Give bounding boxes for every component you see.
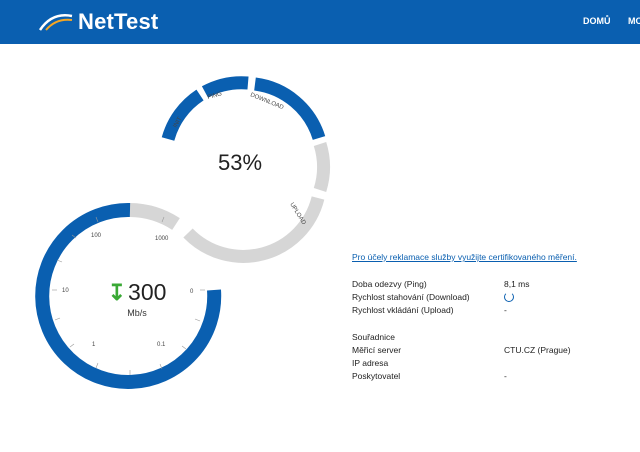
top-navbar: NetTest DOMŮ MO xyxy=(0,0,640,44)
nettest-logo[interactable]: NetTest xyxy=(38,8,158,36)
scale-label-10: 10 xyxy=(62,288,69,294)
gauges-svg: INIT PING DOWNLOAD UPLOAD 0 0.1 1 10 100… xyxy=(35,76,330,389)
gauge-segment-upload xyxy=(183,196,325,263)
gauge-segment-ping xyxy=(201,76,249,98)
scale-label-0-1: 0.1 xyxy=(157,342,166,348)
result-label-coordinates: Souřadnice xyxy=(352,332,396,342)
certified-measurement-link[interactable]: Pro účely reklamace služby využijte cert… xyxy=(352,252,577,262)
logo-text: NetTest xyxy=(78,9,159,34)
download-arrow-icon: ↧ xyxy=(107,279,127,305)
nav-home[interactable]: DOMŮ xyxy=(583,16,611,26)
result-value-server: CTU.CZ (Prague) xyxy=(504,345,571,355)
gauge-segment-init xyxy=(161,89,204,141)
result-label-ping: Doba odezvy (Ping) xyxy=(352,279,427,289)
result-label-upload: Rychlost vkládání (Upload) xyxy=(352,305,454,315)
speed-unit: Mb/s xyxy=(127,308,147,318)
gauge-segment-upload-top xyxy=(313,142,330,192)
gauges-area: INIT PING DOWNLOAD UPLOAD 0 0.1 1 10 100… xyxy=(0,44,340,452)
result-label-provider: Poskytovatel xyxy=(352,371,401,381)
result-label-download: Rychlost stahování (Download) xyxy=(352,292,470,302)
scale-label-1000: 1000 xyxy=(155,236,169,242)
scale-label-100: 100 xyxy=(91,233,102,239)
logo-swoosh-icon xyxy=(38,14,73,31)
result-label-server: Měřicí server xyxy=(352,345,402,355)
result-value-provider: - xyxy=(504,371,507,381)
loading-spinner-icon xyxy=(504,292,514,302)
speed-readout: ↧ 300 xyxy=(82,279,192,306)
result-value-upload: - xyxy=(504,305,507,315)
speed-gauge-track xyxy=(129,203,180,230)
result-label-ip: IP adresa xyxy=(352,358,389,368)
stage-label-upload: UPLOAD xyxy=(288,202,307,227)
result-value-ping: 8,1 ms xyxy=(504,279,530,289)
speed-value: 300 xyxy=(128,279,167,305)
progress-percent: 53% xyxy=(217,150,263,175)
gauge-segment-download xyxy=(253,77,326,141)
scale-label-1: 1 xyxy=(92,342,96,348)
nav-more[interactable]: MO xyxy=(628,16,640,26)
